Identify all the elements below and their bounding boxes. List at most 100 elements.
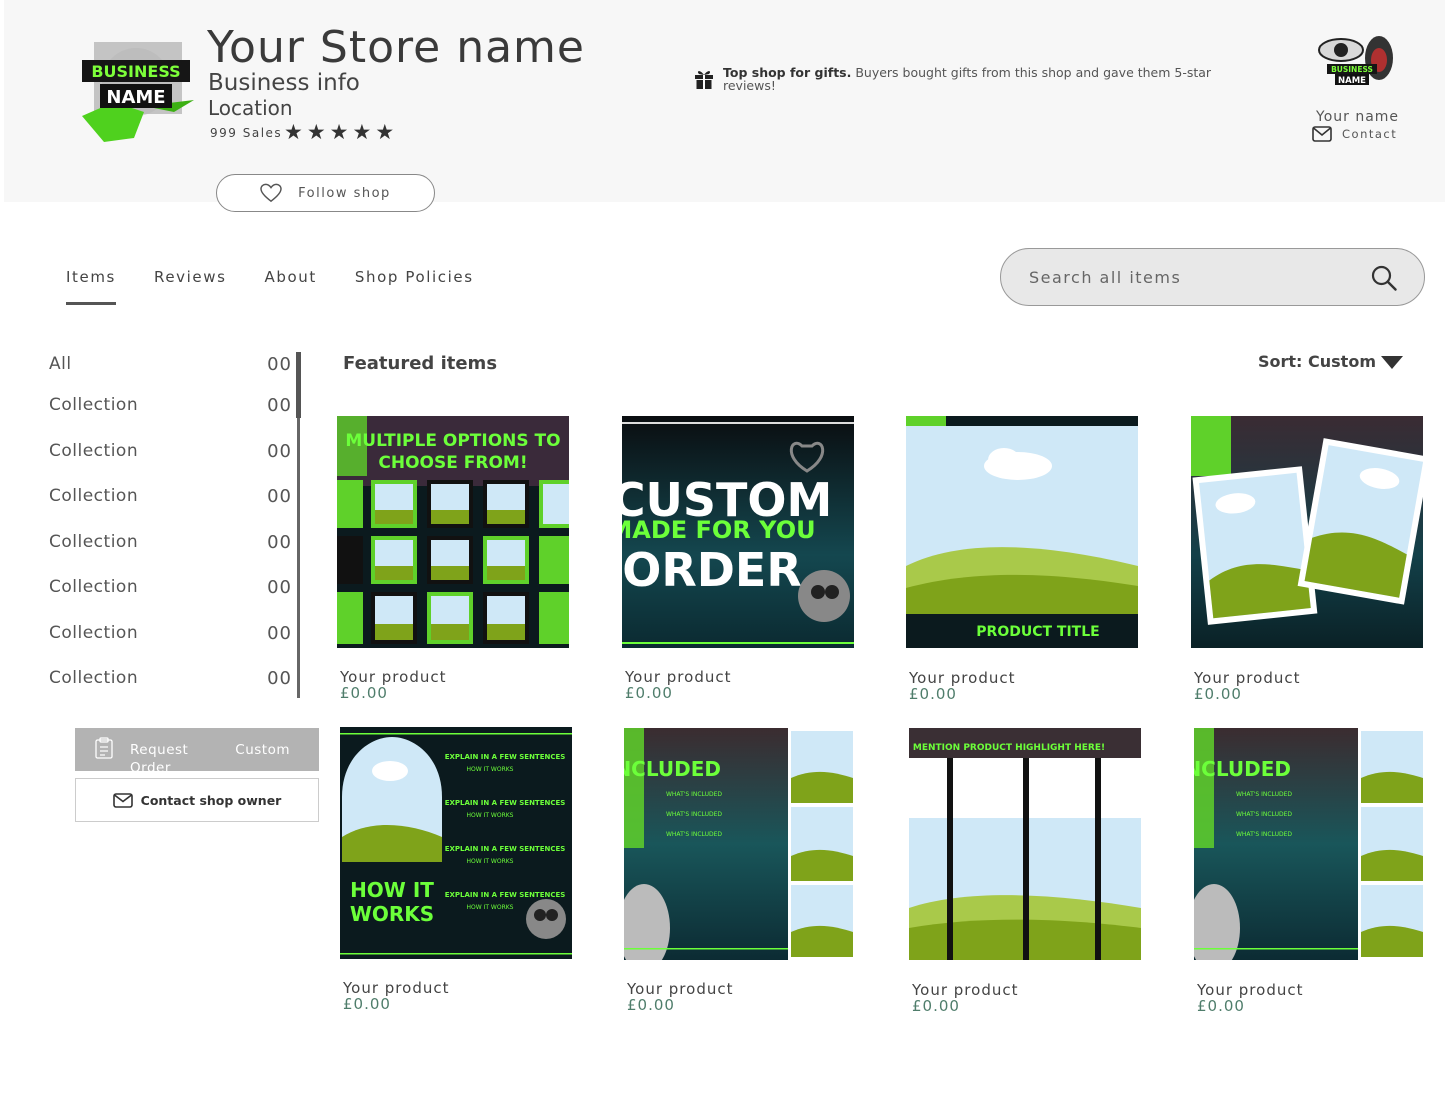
shop-tabs: Items Reviews About Shop Policies	[66, 268, 512, 305]
search-input[interactable]	[1029, 265, 1359, 289]
sidebar-item-count: 00	[267, 668, 292, 689]
sidebar-item-count: 00	[267, 441, 292, 462]
follow-shop-label: Follow shop	[298, 185, 391, 201]
sidebar-item-label: Collection	[49, 577, 139, 597]
owner-name: Your name	[1316, 109, 1400, 125]
sidebar-item-collection[interactable]: Collection 00	[49, 441, 292, 462]
request-label: Request	[130, 742, 189, 758]
svg-text:MENTION PRODUCT HIGHLIGHT HERE: MENTION PRODUCT HIGHLIGHT HERE!	[913, 743, 1105, 753]
svg-text:EXPLAIN IN A FEW SENTENCES: EXPLAIN IN A FEW SENTENCES	[445, 891, 566, 899]
search-icon[interactable]	[1371, 265, 1397, 291]
search-box	[1000, 248, 1425, 306]
star-icon: ★	[284, 120, 303, 144]
sort-label: Sort: Custom	[1258, 352, 1376, 371]
sidebar-item-count: 00	[267, 486, 292, 507]
star-icon: ★	[375, 120, 395, 144]
contact-owner-link[interactable]: Contact	[1312, 126, 1397, 142]
sidebar-item-label: Collection	[49, 623, 139, 643]
sidebar-item-count: 00	[267, 395, 292, 416]
star-icon: ★	[329, 120, 349, 144]
svg-text:BUSINESS: BUSINESS	[91, 62, 180, 81]
product-image[interactable]: MENTION PRODUCT HIGHLIGHT HERE!	[909, 728, 1141, 960]
star-icon: ★	[306, 120, 326, 144]
product-card[interactable]: MENTION PRODUCT HIGHLIGHT HERE! Your pro…	[909, 728, 1141, 1015]
sidebar-item-collection[interactable]: Collection 00	[49, 395, 292, 416]
product-image[interactable]	[1191, 416, 1423, 648]
sidebar-item-collection[interactable]: Collection 00	[49, 532, 292, 553]
product-image[interactable]: INCLUDED WHAT'S INCLUDED WHAT'S INCLUDED…	[624, 728, 856, 960]
svg-text:WHAT'S INCLUDED: WHAT'S INCLUDED	[1236, 831, 1292, 838]
owner-avatar[interactable]: BUSINESS NAME	[1313, 32, 1395, 90]
svg-text:WHAT'S INCLUDED: WHAT'S INCLUDED	[666, 811, 722, 818]
request-custom-order-button[interactable]: Request Custom Order	[75, 728, 319, 771]
svg-text:NAME: NAME	[106, 87, 165, 108]
svg-text:HOW IT WORKS: HOW IT WORKS	[467, 766, 514, 773]
follow-shop-button[interactable]: Follow shop	[216, 174, 435, 212]
clipboard-icon	[95, 737, 113, 759]
sidebar-item-all[interactable]: All 00	[49, 354, 292, 375]
product-price: £0.00	[627, 996, 675, 1014]
tab-items[interactable]: Items	[66, 268, 116, 305]
svg-text:WHAT'S INCLUDED: WHAT'S INCLUDED	[1236, 791, 1292, 798]
svg-text:PRODUCT TITLE: PRODUCT TITLE	[976, 624, 1099, 640]
sidebar-item-label: All	[49, 354, 72, 374]
product-image[interactable]: EXPLAIN IN A FEW SENTENCES HOW IT WORKS …	[340, 727, 572, 959]
business-logo: BUSINESS NAME	[82, 42, 194, 142]
product-image[interactable]: CUSTOM MADE FOR YOU ORDER	[622, 416, 854, 648]
product-price: £0.00	[625, 684, 673, 702]
svg-text:CHOOSE FROM!: CHOOSE FROM!	[378, 453, 527, 473]
sidebar-item-label: Collection	[49, 395, 139, 415]
sidebar-item-collection[interactable]: Collection 00	[49, 486, 292, 507]
sidebar-item-count: 00	[267, 623, 292, 644]
product-price: £0.00	[1197, 997, 1245, 1015]
product-image[interactable]: MULTIPLE OPTIONS TO CHOOSE FROM!	[337, 416, 569, 648]
svg-text:EXPLAIN IN A FEW SENTENCES: EXPLAIN IN A FEW SENTENCES	[445, 799, 566, 807]
svg-text:HOW IT WORKS: HOW IT WORKS	[467, 858, 514, 865]
tab-about[interactable]: About	[265, 268, 317, 296]
product-card[interactable]: INCLUDED WHAT'S INCLUDED WHAT'S INCLUDED…	[1194, 728, 1426, 1015]
svg-text:HOW IT: HOW IT	[350, 878, 434, 902]
svg-text:BUSINESS: BUSINESS	[1331, 65, 1373, 74]
product-card[interactable]: CUSTOM MADE FOR YOU ORDER Your product £…	[622, 416, 854, 702]
product-card[interactable]: PRODUCT TITLE Your product £0.00	[906, 416, 1138, 703]
sort-dropdown[interactable]: Sort: Custom	[1258, 352, 1404, 371]
product-price: £0.00	[909, 685, 957, 703]
business-info: Business info	[208, 70, 360, 96]
product-price: £0.00	[340, 684, 388, 702]
svg-text:INCLUDED: INCLUDED	[1194, 757, 1291, 781]
product-card[interactable]: INCLUDED WHAT'S INCLUDED WHAT'S INCLUDED…	[624, 728, 856, 1014]
svg-text:ORDER: ORDER	[622, 543, 802, 597]
svg-text:EXPLAIN IN A FEW SENTENCES: EXPLAIN IN A FEW SENTENCES	[445, 845, 566, 853]
svg-text:WORKS: WORKS	[350, 902, 434, 926]
caret-down-icon	[1381, 355, 1403, 369]
svg-text:HOW IT WORKS: HOW IT WORKS	[467, 812, 514, 819]
contact-shop-owner-label: Contact shop owner	[140, 792, 282, 808]
svg-text:WHAT'S INCLUDED: WHAT'S INCLUDED	[666, 791, 722, 798]
product-card[interactable]: MULTIPLE OPTIONS TO CHOOSE FROM! Your pr…	[337, 416, 569, 702]
svg-text:INCLUDED: INCLUDED	[624, 757, 721, 781]
tab-reviews[interactable]: Reviews	[154, 268, 227, 296]
svg-text:WHAT'S INCLUDED: WHAT'S INCLUDED	[666, 831, 722, 838]
contact-shop-owner-button[interactable]: Contact shop owner	[75, 778, 319, 822]
tab-shop-policies[interactable]: Shop Policies	[355, 268, 474, 296]
sidebar-item-count: 00	[267, 354, 292, 375]
sidebar-item-collection[interactable]: Collection 00	[49, 577, 292, 598]
svg-text:MADE FOR YOU: MADE FOR YOU	[622, 516, 816, 544]
sidebar-item-collection[interactable]: Collection 00	[49, 623, 292, 644]
sidebar-scrollbar-thumb[interactable]	[296, 352, 301, 418]
order-label: Order	[130, 760, 171, 771]
product-card[interactable]: EXPLAIN IN A FEW SENTENCES HOW IT WORKS …	[340, 727, 572, 1013]
rating-stars: ★ ★ ★ ★ ★	[284, 122, 394, 143]
product-image[interactable]: PRODUCT TITLE	[906, 416, 1138, 648]
svg-text:NAME: NAME	[1338, 76, 1366, 86]
custom-label: Custom	[235, 742, 290, 758]
mail-icon	[112, 792, 133, 808]
gift-icon	[695, 71, 713, 89]
store-title: Your Store name	[207, 22, 585, 73]
mail-icon	[1312, 126, 1332, 142]
sidebar-item-collection[interactable]: Collection 00	[49, 668, 292, 689]
product-card[interactable]: Your product £0.00	[1191, 416, 1423, 703]
product-image[interactable]: INCLUDED WHAT'S INCLUDED WHAT'S INCLUDED…	[1194, 728, 1426, 960]
sidebar-item-count: 00	[267, 577, 292, 598]
svg-text:MULTIPLE OPTIONS TO: MULTIPLE OPTIONS TO	[345, 431, 560, 451]
